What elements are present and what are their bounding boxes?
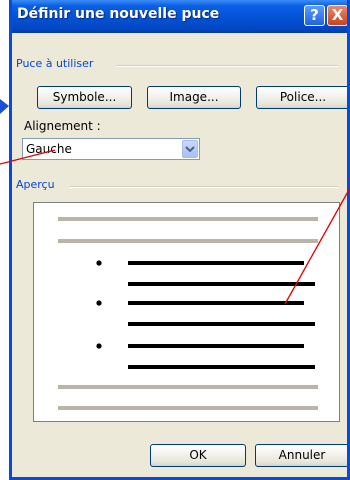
- bullet-group-divider: [116, 65, 338, 67]
- image-button[interactable]: Image...: [147, 86, 241, 109]
- preview-gray-line: [58, 239, 318, 243]
- chevron-down-icon: [185, 146, 195, 153]
- ok-button[interactable]: OK: [150, 444, 246, 467]
- alignment-label: Alignement :: [24, 119, 101, 133]
- close-button[interactable]: X: [327, 5, 347, 26]
- help-button[interactable]: ?: [304, 5, 325, 26]
- cancel-button[interactable]: Annuler: [255, 444, 347, 467]
- cancel-button-label: Annuler: [278, 448, 326, 462]
- preview-gray-line: [58, 406, 318, 410]
- preview-text-line: [128, 322, 315, 326]
- preview-text-line: [128, 261, 304, 265]
- annotation-arrowhead: [0, 99, 9, 114]
- preview-gray-line: [58, 217, 318, 221]
- bullet-dot: [96, 260, 102, 266]
- dropdown-arrow[interactable]: [182, 140, 198, 158]
- font-button[interactable]: Police...: [256, 86, 347, 109]
- preview-group-divider: [70, 186, 338, 188]
- preview-gray-line: [58, 385, 318, 389]
- preview-box: [33, 202, 340, 422]
- window-title: Définir une nouvelle puce: [17, 6, 220, 22]
- ok-button-label: OK: [189, 448, 207, 462]
- preview-text-line: [128, 365, 315, 369]
- preview-text-line: [128, 301, 304, 305]
- bullet-dot: [96, 343, 102, 349]
- bullet-dot: [96, 300, 102, 306]
- font-button-label: Police...: [279, 90, 327, 104]
- preview-text-line: [128, 344, 304, 348]
- symbol-button[interactable]: Symbole...: [37, 86, 132, 109]
- title-bar[interactable]: Définir une nouvelle puce ? X: [12, 0, 347, 33]
- bullet-group-label: Puce à utiliser: [16, 57, 98, 70]
- preview-text-line: [128, 282, 315, 286]
- define-bullet-dialog: Définir une nouvelle puce ? X Puce à uti…: [9, 0, 350, 480]
- symbol-button-label: Symbole...: [52, 90, 117, 104]
- alignment-select[interactable]: Gauche: [22, 138, 200, 160]
- alignment-value: Gauche: [26, 142, 72, 156]
- image-button-label: Image...: [169, 90, 219, 104]
- preview-graphic: [58, 217, 318, 410]
- preview-group-label: Aperçu: [16, 178, 59, 191]
